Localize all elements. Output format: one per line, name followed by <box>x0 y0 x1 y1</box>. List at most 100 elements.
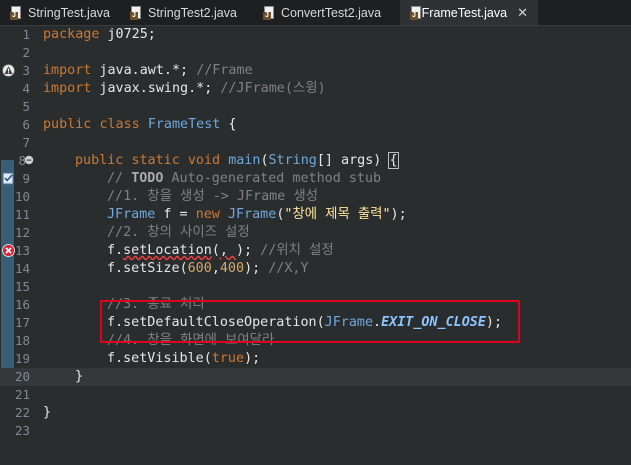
code-line: 13 f.setLocation(, ); //위치 설정 <box>0 242 631 260</box>
class-name: FrameTest <box>147 117 221 132</box>
line-number: 1 <box>22 27 30 42</box>
line-number: 8 <box>18 153 26 168</box>
line-number: 14 <box>14 261 30 276</box>
code-text: ); <box>236 243 261 258</box>
tab-frametest[interactable]: J *FrameTest.java ✕ <box>400 0 538 25</box>
line-number: 22 <box>14 405 30 420</box>
keyword: static <box>131 153 180 168</box>
tab-stringtest2[interactable]: J StringTest2.java <box>120 0 253 25</box>
comment: //Frame <box>196 63 253 78</box>
keyword: public <box>75 153 124 168</box>
method-name: main <box>228 153 261 168</box>
code-line: 5 <box>0 98 631 116</box>
syntax-error: , <box>219 243 236 258</box>
line-number: 20 <box>14 369 30 384</box>
close-tab-icon[interactable]: ✕ <box>517 5 528 21</box>
line-number: 5 <box>22 99 30 114</box>
code-line: 6 public class FrameTest { <box>0 116 631 134</box>
number-literal: 600 <box>187 261 212 276</box>
code-line: 4 import javax.swing.*; //JFrame(스윙) <box>0 80 631 98</box>
tab-stringtest[interactable]: J StringTest.java <box>0 0 120 25</box>
code-line: 12 //2. 창의 사이즈 설정 <box>0 224 631 242</box>
line-number: 3 <box>22 63 30 78</box>
code-editor[interactable]: 1 package j0725; 2 3 import java.awt.*; … <box>0 26 631 465</box>
number-literal: 400 <box>219 261 245 276</box>
comment: //1. 창을 생성 -> JFrame 생성 <box>107 189 318 204</box>
method-name: setSize <box>123 261 180 276</box>
tab-label: StringTest2.java <box>148 5 237 20</box>
code-text: [] args) <box>316 153 390 168</box>
matching-brace: { <box>388 152 399 169</box>
code-line: 1 package j0725; <box>0 26 631 44</box>
current-code-line: 20 } <box>0 368 631 386</box>
tab-label: StringTest.java <box>28 5 110 20</box>
type-name: JFrame <box>227 207 277 222</box>
code-text: ); <box>244 351 261 366</box>
comment: // <box>107 171 132 186</box>
line-number: 19 <box>14 351 30 366</box>
method-call-error: setLocation <box>123 243 212 258</box>
editor-tab-bar: J StringTest.java J StringTest2.java J C… <box>0 0 631 26</box>
comment: //위치 설정 <box>260 243 334 258</box>
code-text: , <box>211 261 220 276</box>
code-line: 22 } <box>0 404 631 422</box>
keyword: package <box>43 27 100 42</box>
code-text: ( <box>203 351 212 366</box>
comment: //X,Y <box>268 261 309 276</box>
code-line: 7 <box>0 134 631 152</box>
string-literal: "창에 제목 출력" <box>284 207 391 222</box>
code-text: f = <box>155 207 196 222</box>
code-text: { <box>220 117 237 132</box>
annotation-highlight-box <box>100 300 520 343</box>
line-number: 4 <box>22 81 30 96</box>
tab-converttest2[interactable]: J ConvertTest2.java <box>253 0 396 25</box>
line-number: 21 <box>14 387 30 402</box>
keyword: true <box>211 351 245 366</box>
code-text: ( <box>211 243 220 258</box>
code-line: 10 //1. 창을 생성 -> JFrame 생성 <box>0 188 631 206</box>
keyword: void <box>187 153 221 168</box>
type-name: String <box>268 153 317 168</box>
code-line: 21 <box>0 386 631 404</box>
code-text: } <box>75 369 84 384</box>
code-text: java.awt.*; <box>91 63 197 78</box>
line-number: 10 <box>14 189 30 204</box>
method-name: setVisible <box>123 351 204 366</box>
code-text: ( <box>260 153 269 168</box>
line-number: 18 <box>14 333 30 348</box>
code-line: 23 <box>0 422 631 440</box>
code-text: f. <box>107 351 124 366</box>
keyword: new <box>195 207 220 222</box>
code-line: 14 f.setSize(600,400); //X,Y <box>0 260 631 278</box>
tab-label: ConvertTest2.java <box>281 5 382 20</box>
code-line: 8 public static void main(String[] args)… <box>0 152 631 170</box>
comment: //2. 창의 사이즈 설정 <box>107 225 250 240</box>
line-number: 11 <box>14 207 30 222</box>
line-number: 2 <box>22 45 30 60</box>
line-number: 13 <box>14 243 30 258</box>
keyword: class <box>99 117 140 132</box>
code-text: j0725; <box>99 27 156 42</box>
code-line: 2 <box>0 44 631 62</box>
keyword: public <box>43 117 92 132</box>
code-text: javax.swing.*; <box>91 81 221 96</box>
code-line: 9 // TODO Auto-generated method stub <box>0 170 631 188</box>
type-name: JFrame <box>107 207 156 222</box>
java-file-icon: J <box>410 5 421 20</box>
keyword: import <box>43 63 92 78</box>
line-number: 23 <box>14 423 30 438</box>
line-number: 16 <box>14 297 30 312</box>
todo-tag: TODO <box>131 171 164 186</box>
code-line: 3 import java.awt.*; //Frame <box>0 62 631 80</box>
line-number: 12 <box>14 225 30 240</box>
keyword: import <box>43 81 92 96</box>
line-number: 6 <box>22 117 30 132</box>
code-line: 15 <box>0 278 631 296</box>
code-line: 11 JFrame f = new JFrame("창에 제목 출력"); <box>0 206 631 224</box>
line-number: 15 <box>14 279 30 294</box>
code-text: f. <box>107 243 124 258</box>
